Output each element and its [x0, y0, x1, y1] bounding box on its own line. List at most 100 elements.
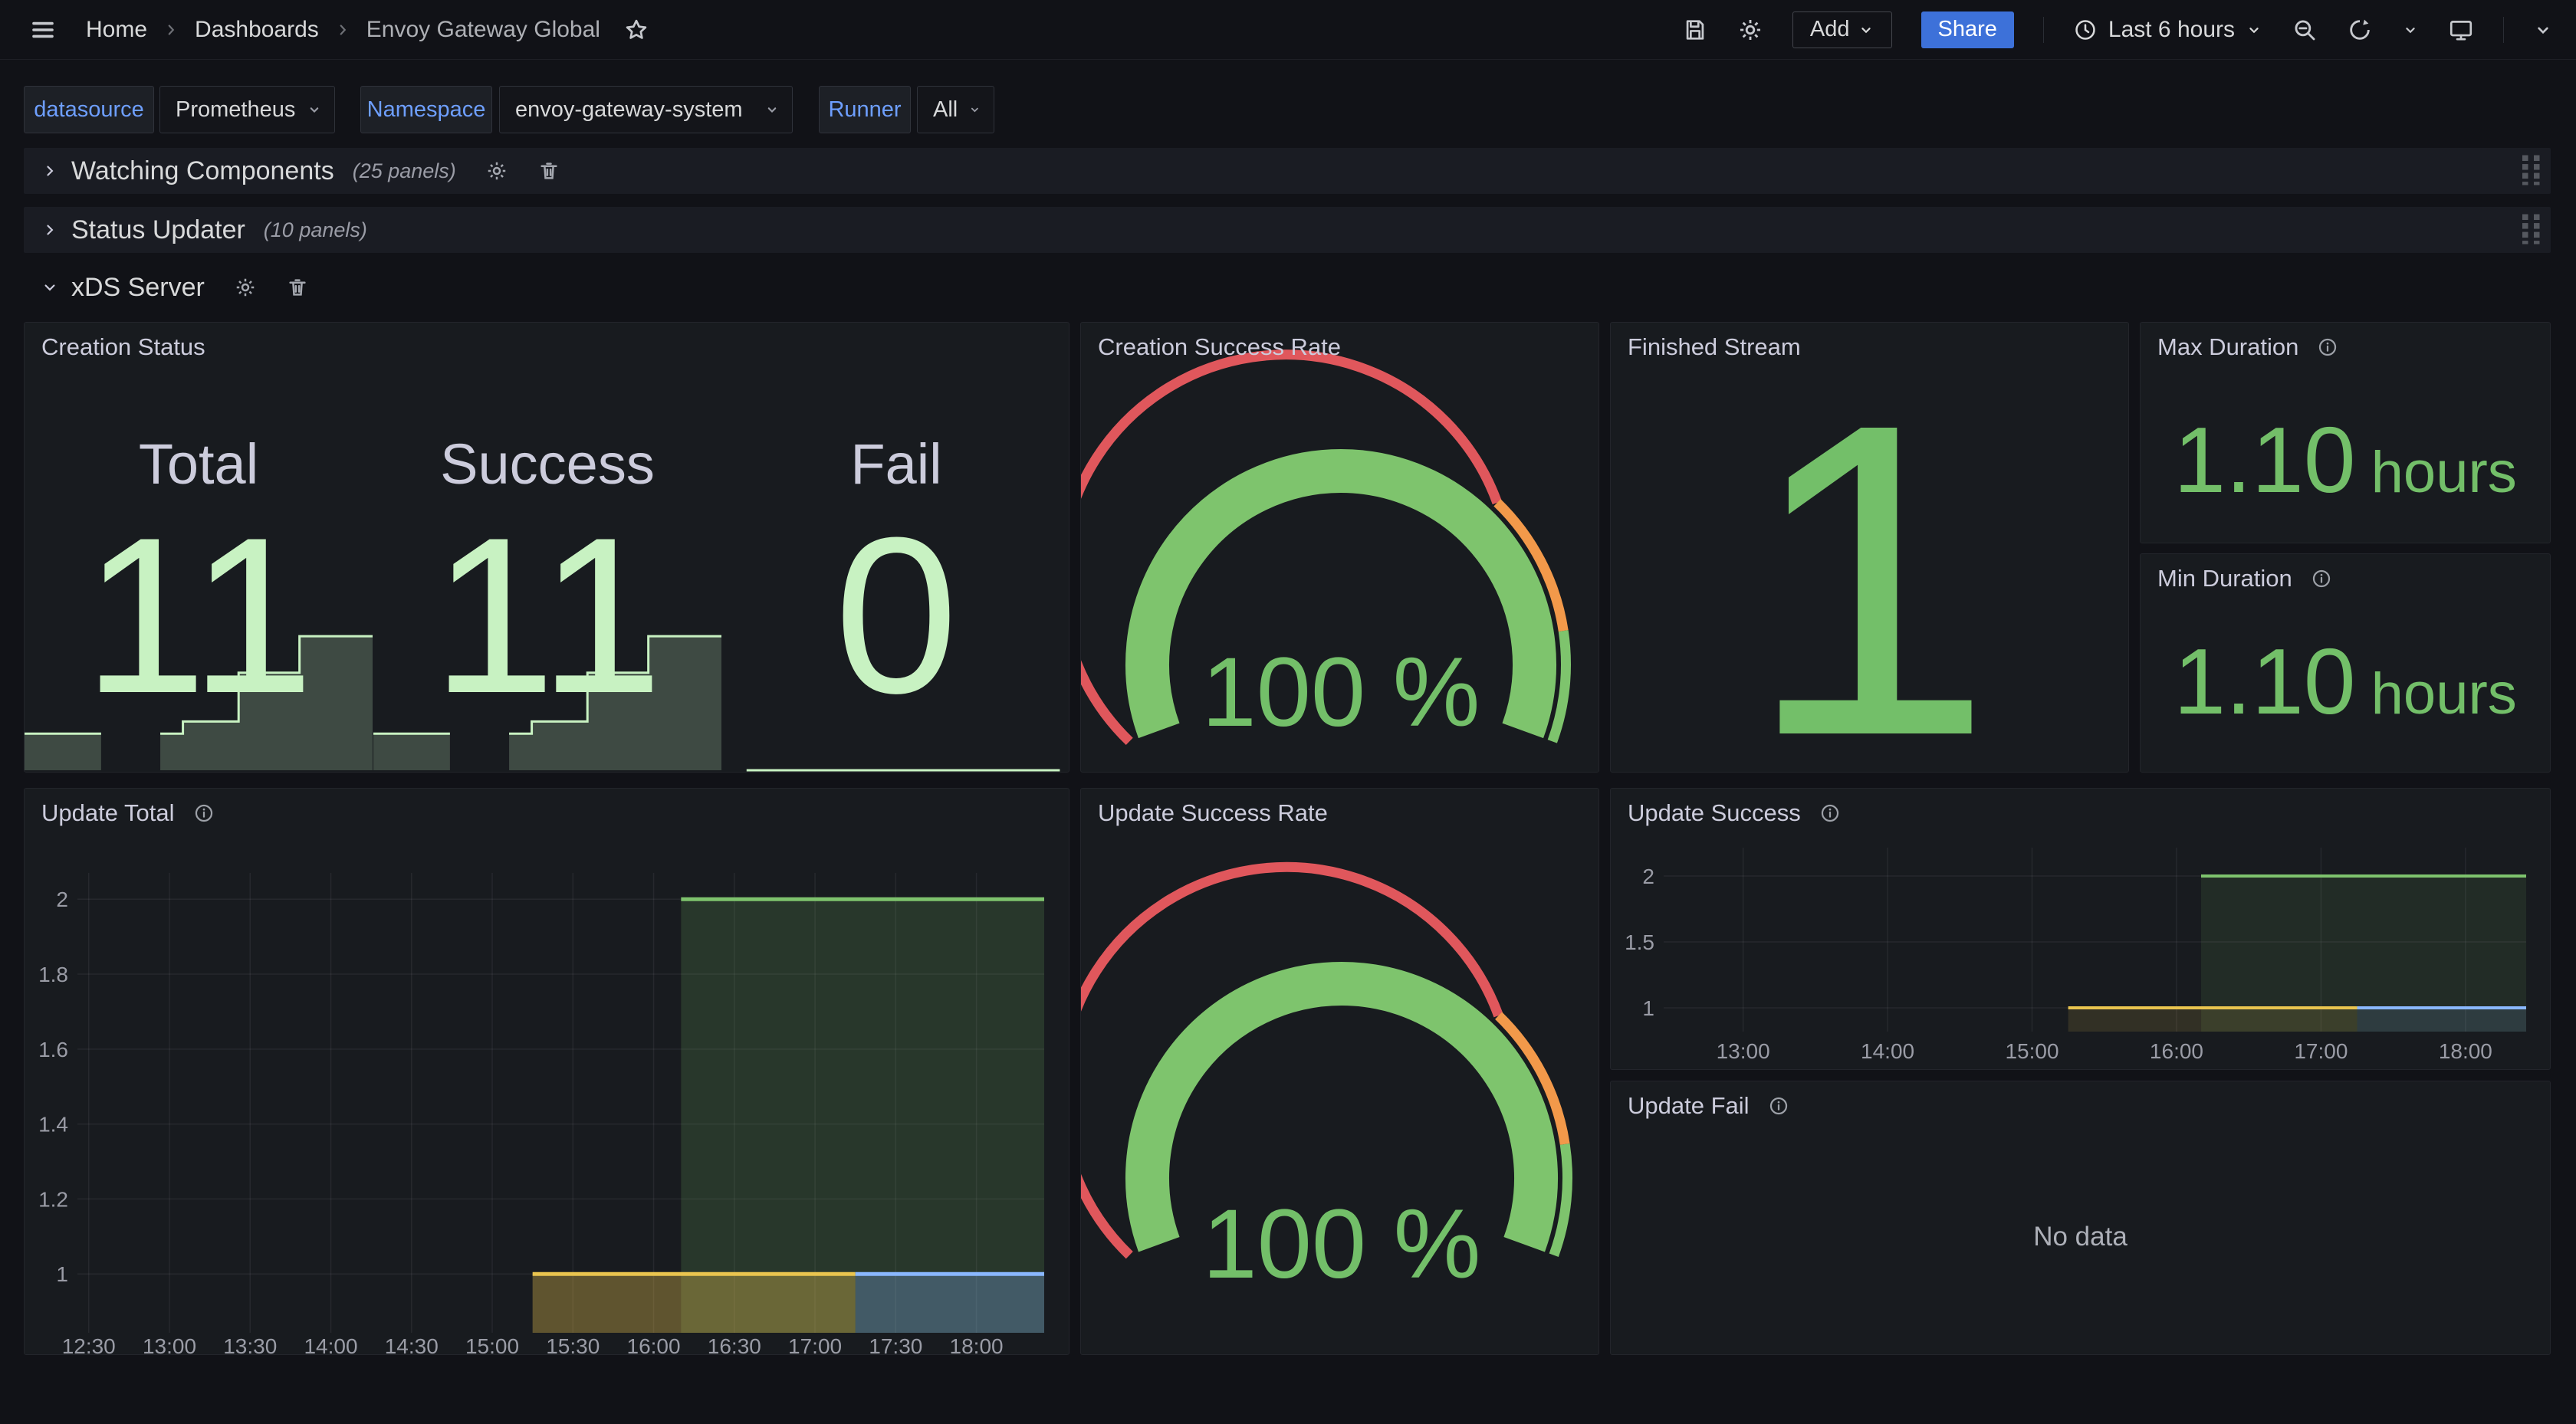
panel-title[interactable]: Creation Status [41, 333, 205, 361]
panel-title[interactable]: Update Fail [1628, 1092, 1750, 1120]
chevron-down-icon [42, 280, 58, 295]
info-icon[interactable] [2311, 568, 2332, 589]
row-drag-handle[interactable] [2520, 153, 2543, 189]
svg-text:13:30: 13:30 [223, 1334, 277, 1354]
svg-text:13:00: 13:00 [1717, 1039, 1770, 1063]
svg-text:13:00: 13:00 [143, 1334, 196, 1354]
menu-icon[interactable] [29, 16, 57, 44]
zoom-out-icon[interactable] [2292, 17, 2318, 43]
star-icon[interactable] [623, 17, 649, 43]
var-value-text: All [933, 97, 958, 123]
panel-title[interactable]: Update Success Rate [1098, 799, 1328, 827]
chevron-down-icon [307, 102, 322, 117]
panel-title[interactable]: Update Total [41, 799, 175, 827]
chevron-right-icon [163, 21, 179, 38]
svg-text:18:00: 18:00 [950, 1334, 1004, 1354]
chevron-right-icon [42, 222, 58, 238]
refresh-interval-chevron-icon[interactable] [2402, 21, 2419, 38]
stat-unit: hours [2371, 661, 2517, 727]
svg-text:16:30: 16:30 [708, 1334, 761, 1354]
svg-text:14:00: 14:00 [304, 1334, 357, 1354]
svg-text:12:30: 12:30 [62, 1334, 116, 1354]
chevron-right-icon [42, 163, 58, 179]
svg-text:1.8: 1.8 [38, 963, 68, 986]
row-status-updater[interactable]: Status Updater (10 panels) [24, 207, 2551, 253]
svg-text:14:00: 14:00 [1861, 1039, 1914, 1063]
svg-text:17:00: 17:00 [2294, 1039, 2348, 1063]
stat-value: 1.10 [2174, 413, 2355, 507]
chevron-down-icon [764, 102, 780, 117]
panel-update-total[interactable]: Update Total 12:3013:0013:3014:0014:3015… [24, 788, 1070, 1355]
panel-title[interactable]: Update Success [1628, 799, 1801, 827]
panel-creation-success-rate[interactable]: Creation Success Rate 100 % [1080, 322, 1599, 773]
panel-title[interactable]: Finished Stream [1628, 333, 1801, 361]
chevron-down-icon [968, 102, 981, 117]
update-success-rate-gauge: 100 % [1081, 789, 1598, 1354]
row-settings-gear-icon[interactable] [234, 276, 257, 299]
row-watching-components[interactable]: Watching Components (25 panels) [24, 148, 2551, 194]
share-button[interactable]: Share [1921, 11, 2014, 48]
panel-update-success-rate[interactable]: Update Success Rate 100 % [1080, 788, 1599, 1355]
var-label-namespace[interactable]: Namespace [360, 86, 492, 133]
panel-creation-status[interactable]: Creation Status Total 11 Success 11 Fail… [24, 322, 1070, 773]
chevron-down-icon [2246, 21, 2262, 38]
add-button[interactable]: Add [1792, 11, 1892, 48]
svg-text:15:30: 15:30 [546, 1334, 600, 1354]
svg-text:1.5: 1.5 [1625, 930, 1654, 954]
var-value-runner[interactable]: All [917, 86, 994, 133]
svg-text:100 %: 100 % [1203, 1189, 1481, 1299]
chevron-right-icon [334, 21, 351, 38]
panel-update-fail[interactable]: Update Fail No data [1610, 1081, 2551, 1355]
panel-finished-stream[interactable]: Finished Stream 1 [1610, 322, 2129, 773]
clock-icon [2073, 18, 2098, 42]
panel-title[interactable]: Max Duration [2157, 333, 2298, 361]
row-title: Watching Components [71, 156, 334, 186]
info-icon[interactable] [1819, 802, 1841, 824]
var-label-datasource[interactable]: datasource [24, 86, 154, 133]
svg-text:2: 2 [56, 888, 68, 911]
time-range-picker[interactable]: Last 6 hours [2073, 17, 2262, 43]
row-drag-handle[interactable] [2520, 212, 2543, 248]
refresh-icon[interactable] [2347, 17, 2373, 43]
svg-text:1.4: 1.4 [38, 1113, 68, 1137]
row-settings-gear-icon[interactable] [485, 159, 508, 182]
grafana-dashboard: Home Dashboards Envoy Gateway Global [0, 0, 2576, 1424]
row-delete-trash-icon[interactable] [286, 276, 309, 299]
save-icon[interactable] [1682, 17, 1708, 43]
add-button-label: Add [1810, 17, 1850, 42]
svg-text:17:00: 17:00 [788, 1334, 842, 1354]
tv-kiosk-icon[interactable] [2448, 17, 2474, 43]
var-value-namespace[interactable]: envoy-gateway-system [499, 86, 793, 133]
var-value-datasource[interactable]: Prometheus [159, 86, 335, 133]
top-nav: Home Dashboards Envoy Gateway Global [0, 0, 2576, 60]
collapse-nav-chevron-icon[interactable] [2533, 20, 2553, 40]
update-total-chart: 12:3013:0013:3014:0014:3015:0015:3016:00… [25, 789, 1069, 1354]
stat-label: Success [373, 436, 721, 493]
svg-text:16:00: 16:00 [2150, 1039, 2203, 1063]
svg-text:15:00: 15:00 [465, 1334, 519, 1354]
panel-update-success[interactable]: Update Success 13:00 14:00 15:00 16:00 17:00… [1610, 788, 2551, 1070]
breadcrumb-dashboards[interactable]: Dashboards [195, 17, 319, 43]
stat-label: Total [25, 436, 373, 493]
creation-success-rate-gauge: 100 % [1081, 323, 1598, 772]
svg-text:15:00: 15:00 [2005, 1039, 2058, 1063]
panel-title[interactable]: Creation Success Rate [1098, 333, 1341, 361]
stat-value-row: 1.10 hours [2141, 413, 2550, 507]
settings-gear-icon[interactable] [1737, 17, 1763, 43]
svg-text:17:30: 17:30 [869, 1334, 922, 1354]
row-delete-trash-icon[interactable] [537, 159, 560, 182]
panel-title[interactable]: Min Duration [2157, 565, 2292, 592]
row-title: Status Updater [71, 215, 245, 245]
stat-value: 11 [373, 504, 721, 727]
panel-min-duration[interactable]: Min Duration 1.10 hours [2140, 553, 2551, 773]
divider [2503, 17, 2504, 43]
var-label-runner[interactable]: Runner [819, 86, 911, 133]
info-icon[interactable] [2317, 336, 2338, 358]
row-xds-server[interactable]: xDS Server [24, 264, 2551, 310]
info-icon[interactable] [1768, 1095, 1789, 1117]
panel-max-duration[interactable]: Max Duration 1.10 hours [2140, 322, 2551, 543]
breadcrumb-home[interactable]: Home [86, 17, 147, 43]
var-value-text: Prometheus [176, 97, 295, 123]
share-button-label: Share [1938, 17, 1997, 42]
info-icon[interactable] [193, 802, 215, 824]
